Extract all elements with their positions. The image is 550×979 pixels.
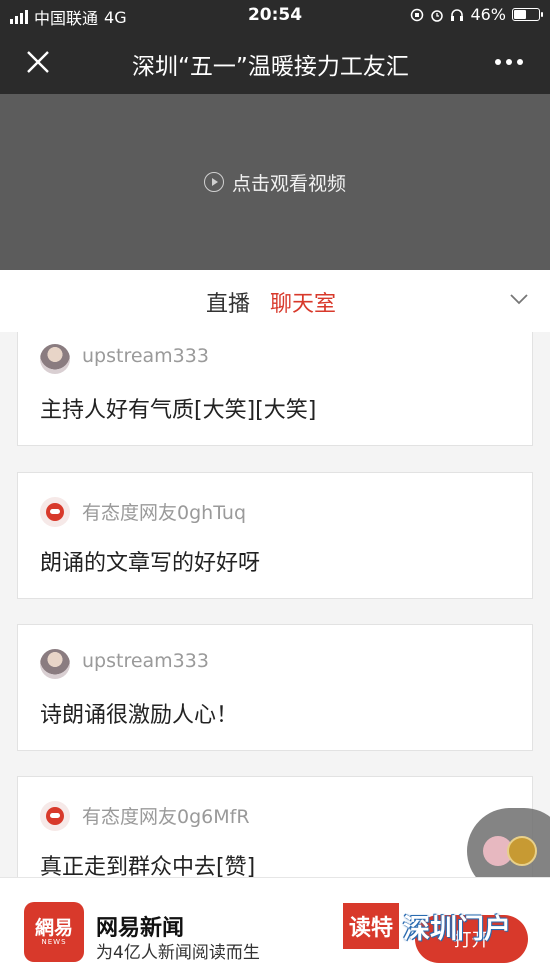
message-text: 朗诵的文章写的好好呀	[40, 551, 261, 576]
message-text: 诗朗诵很激励人心！	[40, 703, 239, 728]
headphones-icon	[451, 8, 464, 21]
avatar[interactable]	[40, 344, 70, 374]
netease-news-logo: 網易 NEWS	[24, 902, 84, 962]
chevron-down-icon[interactable]	[510, 290, 528, 308]
status-bar: 中国联通 4G 20:54 46%	[0, 0, 550, 30]
tab-live[interactable]: 直播	[206, 286, 250, 318]
play-label: 点击观看视频	[231, 172, 346, 195]
chat-message: upstream333 诗朗诵很激励人心！	[17, 624, 533, 751]
badge-icon	[507, 836, 537, 866]
nav-bar: 深圳“五一”温暖接力工友汇	[0, 30, 550, 94]
tab-bar: 直播 聊天室	[0, 270, 550, 332]
chat-message: upstream333 主持人好有气质[大笑][大笑]	[17, 332, 533, 446]
message-text: 主持人好有气质[大笑][大笑]	[40, 398, 317, 423]
page-title: 深圳“五一”温暖接力工友汇	[132, 54, 409, 80]
lock-rotation-icon	[411, 8, 424, 21]
user-name[interactable]: 有态度网友0ghTuq	[82, 498, 246, 525]
avatar[interactable]	[40, 649, 70, 679]
battery-percent: 46%	[470, 5, 506, 24]
netease-logo-icon	[46, 503, 64, 521]
message-text: 真正走到群众中去[赞]	[40, 855, 256, 877]
battery-icon	[512, 8, 543, 21]
avatar[interactable]	[40, 801, 70, 831]
alarm-icon	[431, 9, 444, 22]
avatar[interactable]	[40, 497, 70, 527]
close-icon	[27, 51, 49, 73]
user-name[interactable]: 有态度网友0g6MfR	[82, 802, 250, 829]
app-slogan: 为4亿人新闻阅读而生	[96, 943, 260, 963]
more-button[interactable]	[484, 42, 534, 82]
video-player[interactable]: 点击观看视频	[0, 94, 550, 270]
user-name[interactable]: upstream333	[82, 650, 209, 672]
more-icon	[495, 59, 501, 65]
tab-chat[interactable]: 聊天室	[270, 286, 336, 318]
play-icon	[203, 172, 224, 192]
watermark-shenzhen-portal: 深圳门户	[403, 913, 511, 945]
chat-message: 有态度网友0ghTuq 朗诵的文章写的好好呀	[17, 472, 533, 599]
netease-logo-icon	[46, 807, 64, 825]
watermark-dute: 读特	[343, 903, 399, 949]
user-name[interactable]: upstream333	[82, 345, 209, 367]
chat-feed[interactable]: upstream333 主持人好有气质[大笑][大笑] 有态度网友0ghTuq …	[0, 332, 550, 877]
chat-message: 有态度网友0g6MfR 真正走到群众中去[赞]	[17, 776, 533, 877]
close-button[interactable]	[18, 42, 58, 82]
